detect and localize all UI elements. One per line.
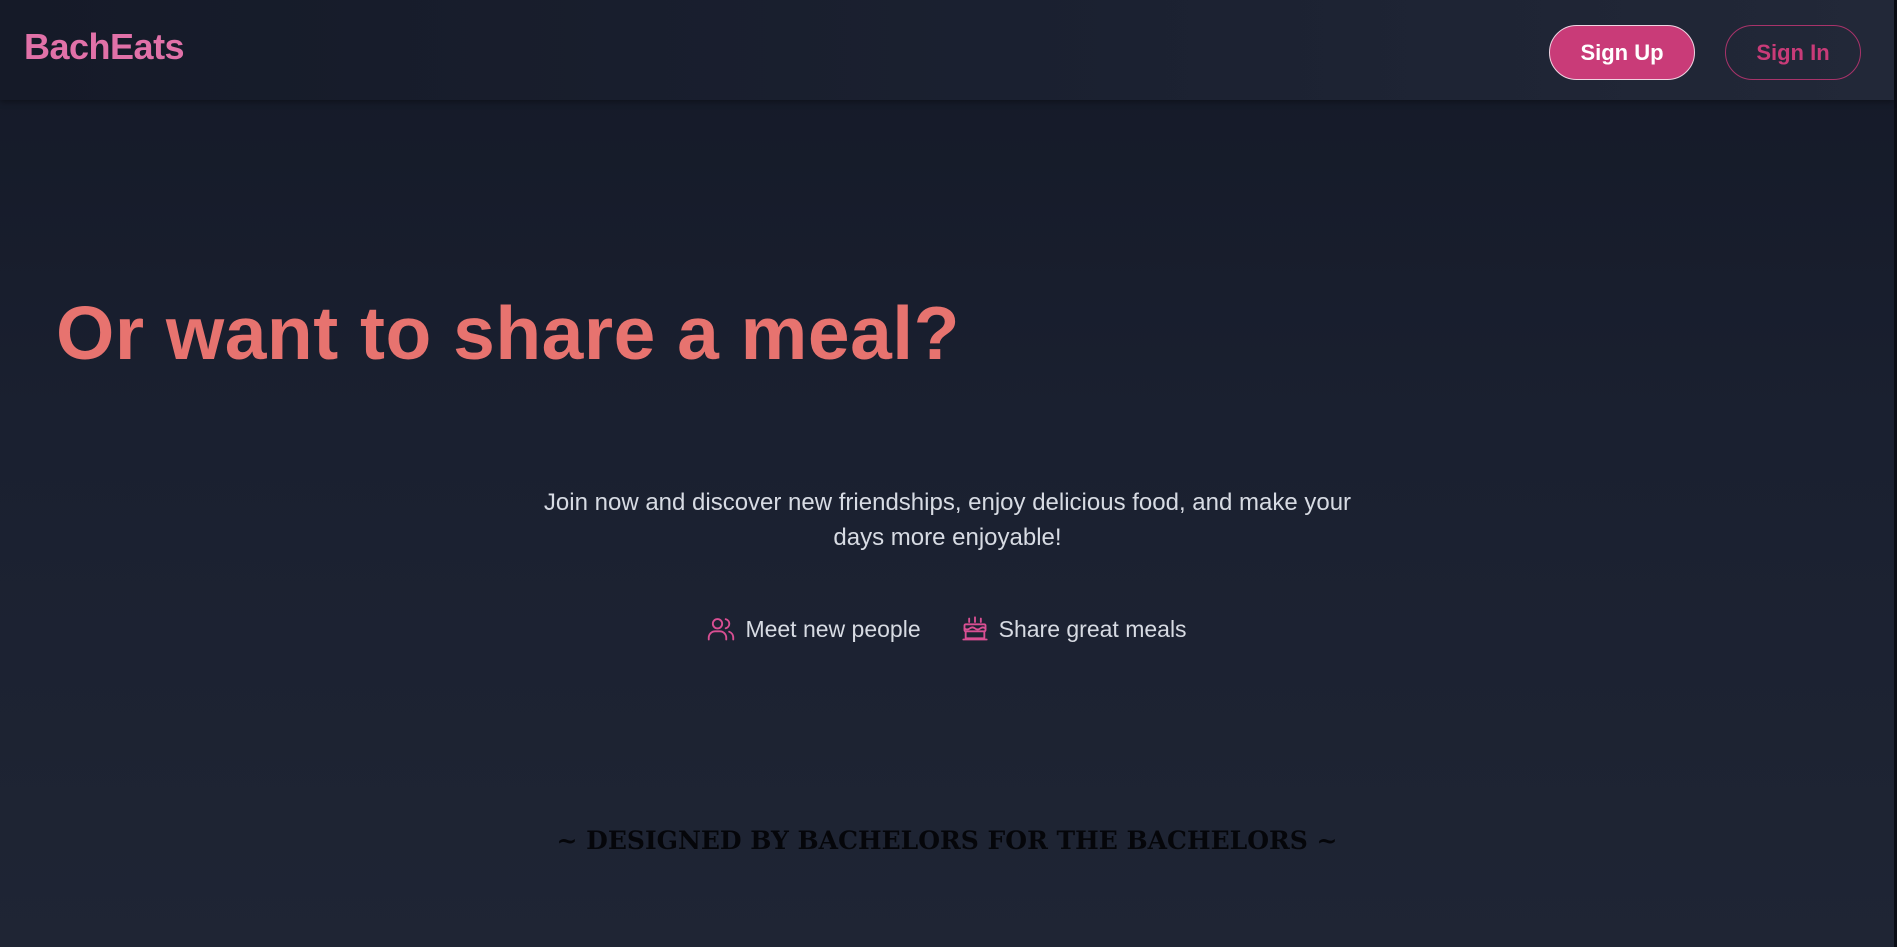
cake-icon — [961, 615, 989, 643]
feature-label: Share great meals — [998, 615, 1187, 642]
sign-in-button[interactable]: Sign In — [1725, 25, 1861, 80]
feature-label: Meet new people — [745, 615, 921, 642]
feature-meet-people: Meet new people — [707, 615, 921, 643]
brand-logo[interactable]: BachEats — [24, 26, 185, 68]
navbar: BachEats Sign Up Sign In — [0, 0, 1894, 100]
users-icon — [707, 615, 735, 643]
feature-list: Meet new people Share great meals — [0, 615, 1894, 643]
sign-up-button[interactable]: Sign Up — [1549, 25, 1695, 80]
page-title: Or want to share a meal? — [56, 291, 960, 375]
hero-description: Join now and discover new friendships, e… — [543, 489, 1352, 551]
feature-share-meals: Share great meals — [961, 615, 1187, 643]
footer-tagline: ~ DESIGNED BY BACHELORS FOR THE BACHELOR… — [556, 826, 1338, 855]
